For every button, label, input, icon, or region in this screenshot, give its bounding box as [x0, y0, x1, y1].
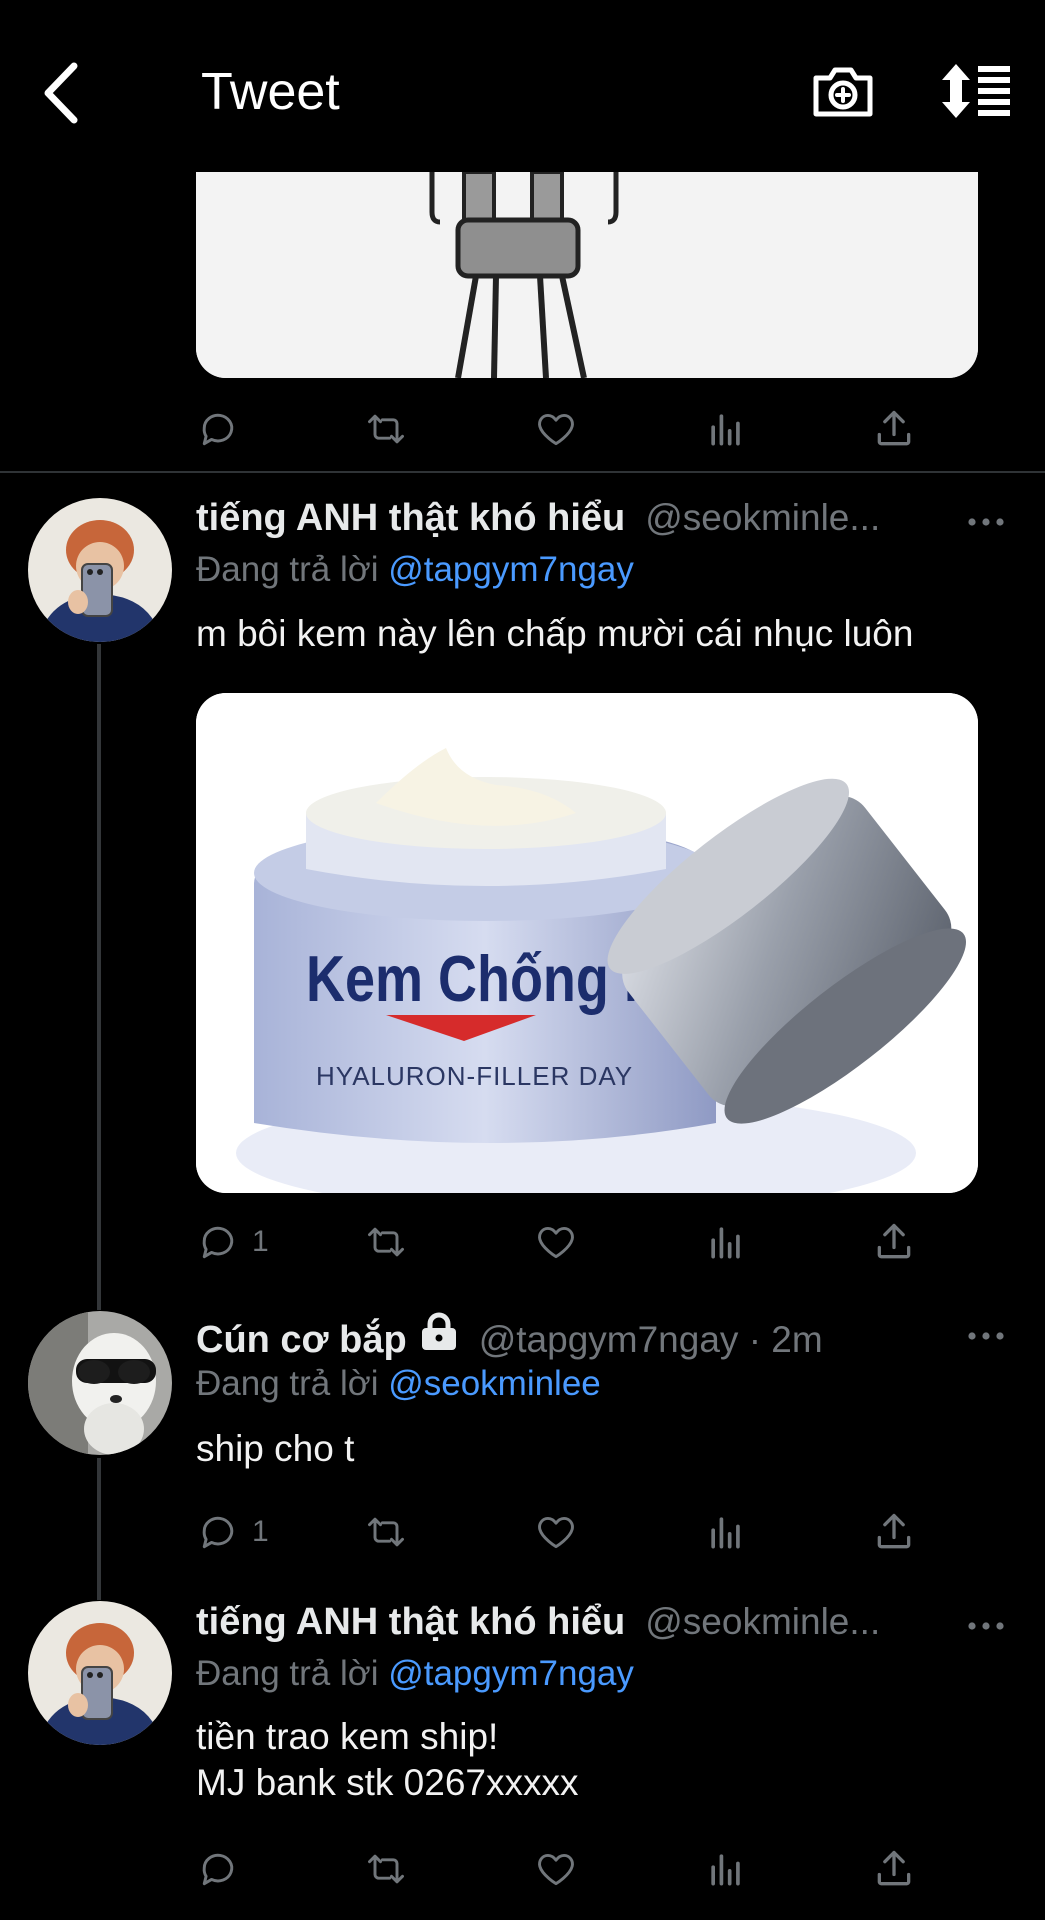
- reply-count: 1: [252, 1225, 269, 1258]
- reply-button[interactable]: 1: [196, 1217, 269, 1267]
- heart-icon: [534, 407, 578, 451]
- username[interactable]: @tapgym7ngay · 2m: [479, 1319, 823, 1361]
- tweet-actions: [196, 404, 936, 454]
- page-title: Tweet: [201, 63, 340, 121]
- analytics-button[interactable]: [704, 1844, 748, 1894]
- display-name[interactable]: tiếng ANH thật khó hiểu: [196, 1601, 625, 1644]
- sort-icon[interactable]: [940, 62, 1012, 120]
- share-icon: [872, 407, 916, 451]
- heart-icon: [534, 1847, 578, 1891]
- divider: [0, 471, 1045, 473]
- share-button[interactable]: [872, 1507, 916, 1557]
- like-button[interactable]: [534, 1217, 578, 1267]
- product-subtitle: HYALURON-FILLER DAY: [316, 1061, 633, 1091]
- like-button[interactable]: [534, 404, 578, 454]
- heart-icon: [534, 1510, 578, 1554]
- chevron-left-icon[interactable]: [38, 58, 88, 128]
- retweet-button[interactable]: [364, 404, 408, 454]
- reply-icon: [196, 407, 240, 451]
- thread-line: [97, 644, 101, 1310]
- mention-link[interactable]: @tapgym7ngay: [388, 550, 634, 589]
- analytics-icon: [704, 1220, 748, 1264]
- tweet-text: tiền trao kem ship! MJ bank stk 0267xxxx…: [196, 1716, 579, 1803]
- reply-count: 1: [252, 1515, 269, 1548]
- analytics-icon: [704, 1510, 748, 1554]
- reply-prefix: Đang trả lời: [196, 1364, 379, 1403]
- cream-jar-image: Kem Chống Nhục HYALURON-FILLER DAY: [196, 693, 978, 1193]
- top-bar: Tweet: [0, 0, 1045, 170]
- thread-line: [97, 1458, 101, 1600]
- retweet-icon: [364, 407, 408, 451]
- reply-prefix: Đang trả lời: [196, 1654, 379, 1693]
- retweet-button[interactable]: [364, 1217, 408, 1267]
- share-icon: [872, 1847, 916, 1891]
- reply-button[interactable]: [196, 1844, 240, 1894]
- more-icon[interactable]: [966, 512, 1006, 532]
- tweet-header: tiếng ANH thật khó hiểu @seokminle...: [196, 1601, 880, 1649]
- replying-to: Đang trả lời @tapgym7ngay: [196, 1654, 634, 1694]
- replying-to: Đang trả lời @seokminlee: [196, 1364, 601, 1404]
- reply-icon: [196, 1220, 240, 1264]
- mention-link[interactable]: @seokminlee: [388, 1364, 601, 1403]
- like-button[interactable]: [534, 1507, 578, 1557]
- analytics-button[interactable]: [704, 404, 748, 454]
- share-icon: [872, 1510, 916, 1554]
- share-button[interactable]: [872, 404, 916, 454]
- lock-icon: [421, 1312, 456, 1350]
- reply-button[interactable]: 1: [196, 1507, 269, 1557]
- tweet-header: Cún cơ bắp @tapgym7ngay · 2m: [196, 1312, 823, 1362]
- share-button[interactable]: [872, 1844, 916, 1894]
- retweet-icon: [364, 1220, 408, 1264]
- analytics-icon: [704, 1847, 748, 1891]
- mention-link[interactable]: @tapgym7ngay: [388, 1654, 634, 1693]
- display-name[interactable]: tiếng ANH thật khó hiểu: [196, 497, 625, 540]
- share-icon: [872, 1220, 916, 1264]
- heart-icon: [534, 1220, 578, 1264]
- tweet-image[interactable]: Kem Chống Nhục HYALURON-FILLER DAY: [196, 693, 978, 1193]
- avatar[interactable]: [28, 1601, 172, 1745]
- tweet-actions: 1: [196, 1507, 936, 1557]
- tweet-header: tiếng ANH thật khó hiểu @seokminle...: [196, 497, 880, 545]
- display-name[interactable]: Cún cơ bắp: [196, 1319, 407, 1362]
- camera-plus-icon[interactable]: [812, 62, 874, 120]
- more-icon[interactable]: [966, 1616, 1006, 1636]
- more-icon[interactable]: [966, 1326, 1006, 1346]
- cartoon-illustration: [196, 172, 978, 378]
- like-button[interactable]: [534, 1844, 578, 1894]
- retweet-button[interactable]: [364, 1507, 408, 1557]
- reply-icon: [196, 1847, 240, 1891]
- username[interactable]: @seokminle...: [645, 497, 880, 539]
- avatar[interactable]: [28, 498, 172, 642]
- analytics-button[interactable]: [704, 1507, 748, 1557]
- share-button[interactable]: [872, 1217, 916, 1267]
- retweet-icon: [364, 1510, 408, 1554]
- avatar[interactable]: [28, 1311, 172, 1455]
- analytics-button[interactable]: [704, 1217, 748, 1267]
- analytics-icon: [704, 407, 748, 451]
- username[interactable]: @seokminle...: [645, 1601, 880, 1643]
- tweet-actions: [196, 1844, 936, 1894]
- tweet-image[interactable]: [196, 172, 978, 378]
- replying-to: Đang trả lời @tapgym7ngay: [196, 550, 634, 590]
- tweet-text: m bôi kem này lên chấp mười cái nhục luô…: [196, 613, 914, 654]
- tweet-actions: 1: [196, 1217, 936, 1267]
- reply-prefix: Đang trả lời: [196, 550, 379, 589]
- retweet-button[interactable]: [364, 1844, 408, 1894]
- reply-button[interactable]: [196, 404, 240, 454]
- retweet-icon: [364, 1847, 408, 1891]
- tweet-text: ship cho t: [196, 1428, 355, 1469]
- reply-icon: [196, 1510, 240, 1554]
